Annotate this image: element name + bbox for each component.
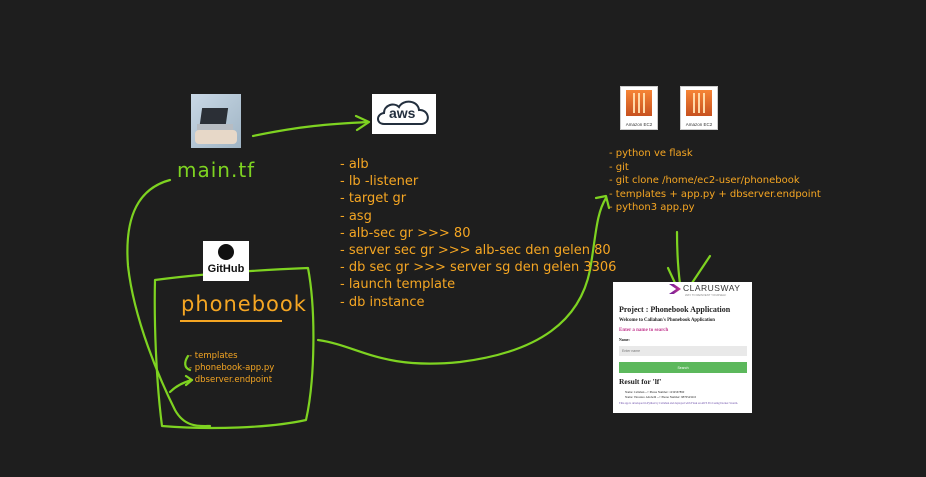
list-item: - phonebook-app.py <box>189 363 275 373</box>
brand-name: CLARUSWAY <box>683 283 741 293</box>
main-tf-label: main.tf <box>177 158 256 182</box>
list-item: - db sec gr >>> server sg den gelen 3306 <box>340 260 617 276</box>
list-item: - python ve flask <box>609 148 693 159</box>
list-item: - templates <box>189 351 238 361</box>
list-item: - server sec gr >>> alb-sec den gelen 80 <box>340 243 611 259</box>
aws-logo-text: aws <box>389 105 416 121</box>
list-item: - asg <box>340 208 372 224</box>
result-title: Result for 'lf' <box>619 377 662 386</box>
github-logo: GitHub <box>203 241 249 281</box>
phonebook-app-screenshot: CLARUSWAY WAY TO REINVENT YOURSELF Proje… <box>613 282 752 413</box>
repo-underline <box>180 320 282 322</box>
repo-name: phonebook <box>181 292 307 316</box>
list-item: - git clone /home/ec2-user/phonebook <box>609 175 800 186</box>
list-item: - db instance <box>340 294 425 310</box>
github-logo-text: GitHub <box>207 263 245 275</box>
list-item: - alb <box>340 157 369 172</box>
name-search-input[interactable] <box>619 346 747 356</box>
result-item: Name: Callahan --> Phone Number: 1234567… <box>625 390 685 394</box>
app-footer: This app is developed in Python by Calla… <box>619 402 738 405</box>
brand-tagline: WAY TO REINVENT YOURSELF <box>685 293 727 297</box>
page-title: Project : Phonebook Application <box>619 305 731 314</box>
result-item: Name: Vincenzo Altobelli --> Phone Numbe… <box>625 395 697 399</box>
ec2-setup-list: - python ve flask - git - git clone /hom… <box>609 147 821 215</box>
ec2-caption: Amazon EC2 <box>685 122 713 127</box>
list-item: - templates + app.py + dbserver.endpoint <box>609 188 821 200</box>
arrow-ec2-to-app <box>675 230 682 286</box>
list-item: - git <box>609 161 629 173</box>
list-item: - python3 app.py <box>609 202 695 213</box>
arrow-main-to-aws <box>251 120 370 138</box>
octocat-icon <box>218 244 234 260</box>
list-item: - alb-sec gr >>> 80 <box>340 225 471 241</box>
ec2-icon: Amazon EC2 <box>680 86 718 130</box>
laptop-image <box>191 94 241 148</box>
clarusway-logo <box>669 284 681 294</box>
list-item: - launch template <box>340 277 456 293</box>
list-item: - lb -listener <box>340 174 419 190</box>
welcome-text: Welcome to Callahan's Phonebook Applicat… <box>619 318 715 323</box>
list-item: - dbserver.endpoint <box>189 375 273 385</box>
ec2-icon: Amazon EC2 <box>620 86 658 130</box>
repo-file-list: - templates - phonebook-app.py - dbserve… <box>189 350 274 386</box>
aws-logo: aws <box>372 94 436 134</box>
search-button[interactable]: Search <box>619 362 747 373</box>
list-item: - target gr <box>340 191 407 207</box>
search-prompt: Enter a name to search <box>619 328 669 333</box>
ec2-caption: Amazon EC2 <box>625 122 653 127</box>
aws-resource-list: - alb - lb -listener - target gr - asg -… <box>340 156 616 311</box>
name-label: Name: <box>619 338 630 342</box>
